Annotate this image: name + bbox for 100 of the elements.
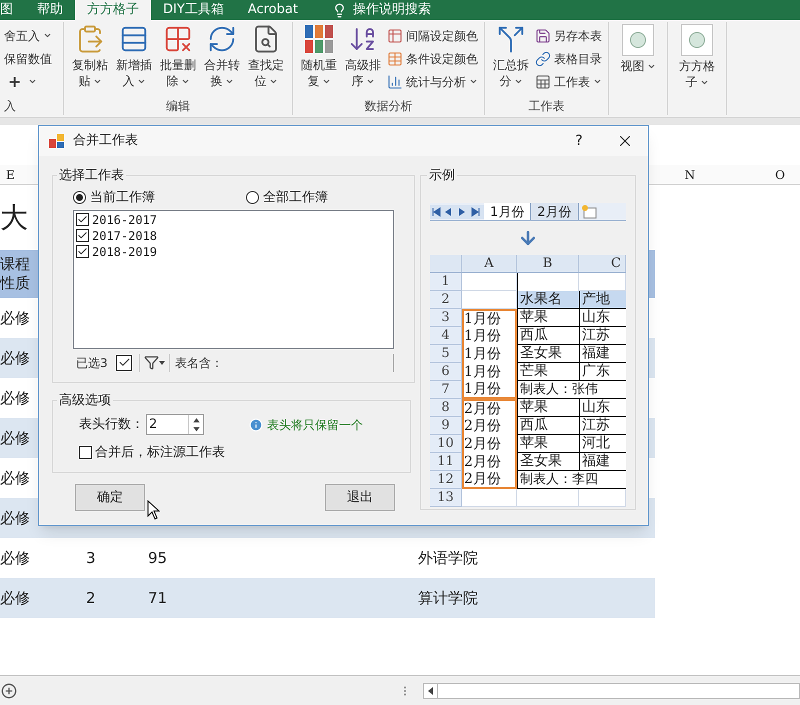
ribbon-button[interactable]: 保留数值 [4, 49, 52, 68]
table-cell: 1月份 [462, 344, 517, 362]
ribbon-button[interactable]: 高级排 序 [343, 24, 383, 89]
ribbon-tab[interactable]: 图 [0, 0, 25, 20]
view-button[interactable]: 视图 [615, 24, 661, 74]
table-icon [387, 50, 403, 66]
table-cell: 圣女果 [517, 344, 579, 362]
checkmark-icon [77, 230, 88, 241]
table-cell: 2月份 [462, 434, 517, 452]
table-cell: 必修 [0, 348, 30, 367]
sheet-name: 2017-2018 [92, 228, 158, 244]
table-cell: 苹果 [517, 434, 579, 452]
table-cell: 1月份 [462, 380, 517, 398]
ribbon-button[interactable]: 统计与分析 [387, 72, 478, 91]
ribbon-button[interactable]: 条件设定颜色 [387, 49, 478, 68]
panel-title: 选择工作表 [58, 167, 125, 185]
add-sheet-icon[interactable] [1, 682, 17, 698]
table-cell: 江苏 [579, 326, 626, 344]
ribbon-button[interactable]: 随机重 复 [299, 24, 339, 89]
view-button[interactable]: 方方格 子 [674, 24, 720, 90]
ribbon-button[interactable]: 新增插 入 [114, 24, 154, 89]
table-cell: 制表人：张伟 [517, 380, 626, 398]
table-cell: 苹果 [517, 308, 579, 326]
table-cell: 芒果 [517, 362, 579, 380]
table-cell: 1月份 [462, 362, 517, 380]
ribbon-tab[interactable]: Acrobat [236, 0, 310, 20]
table-cell: 2月份 [462, 398, 517, 416]
sheet-title: 大 [0, 200, 28, 236]
table-cell: 山东 [579, 398, 626, 416]
search-label[interactable]: 操作说明搜索 [352, 0, 431, 20]
column-header: B [517, 254, 579, 272]
checkmark-icon [77, 246, 88, 257]
panel-title: 高级选项 [58, 392, 112, 410]
select-all-checkbox[interactable] [116, 354, 132, 370]
sheet-tab[interactable]: 2月份 [531, 202, 579, 220]
grid-delete-icon [163, 24, 193, 54]
table-cell: 2月份 [462, 416, 517, 434]
ribbon-tab[interactable]: DIY工具箱 [151, 0, 236, 20]
ribbon-button[interactable]: 复制粘 贴 [70, 24, 110, 89]
table-cell: 福建 [579, 452, 626, 470]
table-cell: 3 [86, 548, 96, 567]
exit-button[interactable]: 退出 [325, 484, 395, 511]
row-number: 9 [430, 416, 462, 434]
radio-button[interactable]: 全部工作簿 [246, 188, 328, 208]
hint-text: 表头将只保留一个 [267, 416, 363, 434]
filter-icon [144, 355, 159, 370]
group-label: 编辑 [166, 98, 190, 115]
ribbon-button[interactable]: + [4, 72, 52, 91]
column-header: A [462, 254, 517, 272]
ribbon-button[interactable]: 查找定 位 [246, 24, 286, 89]
table-cell: 必修 [0, 308, 30, 327]
table-cell: 广东 [579, 362, 626, 380]
radio-button[interactable]: 当前工作簿 [73, 188, 246, 208]
ribbon-button[interactable]: 工作表 [535, 72, 602, 91]
caret-icon [593, 77, 602, 86]
sheet-name: 2016-2017 [92, 212, 158, 228]
checkmark-icon [77, 214, 88, 225]
row-number: 2 [430, 290, 462, 308]
sheet-tab[interactable]: 1月份 [484, 202, 532, 220]
ribbon-tab[interactable]: 帮助 [25, 0, 75, 20]
table-icon [387, 28, 403, 44]
color-grid-icon [304, 24, 334, 54]
field-label: 表头行数： [79, 416, 144, 434]
table-cell: 水果名 [517, 290, 579, 308]
table-cell: 圣女果 [517, 452, 579, 470]
checkbox[interactable] [79, 446, 92, 459]
ribbon-button[interactable]: 舍五入 [4, 26, 52, 45]
table-cell: 西瓜 [517, 416, 579, 434]
name-filter-label: 表名含： [175, 354, 223, 372]
checkbox[interactable] [76, 213, 89, 226]
ribbon-button[interactable]: 间隔设定颜色 [387, 26, 478, 45]
row-number: 6 [430, 362, 462, 380]
sheet-navigation-icon[interactable] [430, 202, 484, 220]
table-cell: 95 [148, 548, 168, 567]
table-cell: 2月份 [462, 452, 517, 470]
table-cell: 苹果 [517, 398, 579, 416]
column-header: N [684, 166, 696, 184]
sheet-icon [535, 74, 551, 90]
table-cell: 必修 [0, 388, 30, 407]
table-cell: 1月份 [462, 326, 517, 344]
ribbon-tab[interactable]: 方方格子 [75, 0, 151, 20]
help-button[interactable]: ? [556, 126, 602, 156]
ribbon-button[interactable]: 表格目录 [535, 49, 602, 68]
ribbon-button[interactable]: 批量删 除 [158, 24, 198, 89]
filter-button[interactable] [144, 355, 165, 370]
ribbon-button[interactable]: 另存本表 [535, 26, 602, 45]
row-number: 5 [430, 344, 462, 362]
checkbox[interactable] [76, 229, 89, 242]
checkbox[interactable] [76, 245, 89, 258]
column-header: C [579, 254, 626, 272]
ribbon-button[interactable]: 汇总拆 分 [491, 24, 531, 89]
selected-count: 已选3 [76, 354, 109, 372]
cursor-icon [147, 500, 160, 520]
ok-button[interactable]: 确定 [75, 484, 145, 511]
chart-icon [387, 74, 403, 90]
ribbon-button[interactable]: 合并转 换 [202, 24, 242, 89]
table-cell: 必修 [0, 588, 30, 607]
horizontal-scrollbar[interactable] [423, 682, 800, 698]
header-rows-spinner[interactable]: 2 [146, 414, 204, 435]
split-icon [496, 24, 526, 54]
